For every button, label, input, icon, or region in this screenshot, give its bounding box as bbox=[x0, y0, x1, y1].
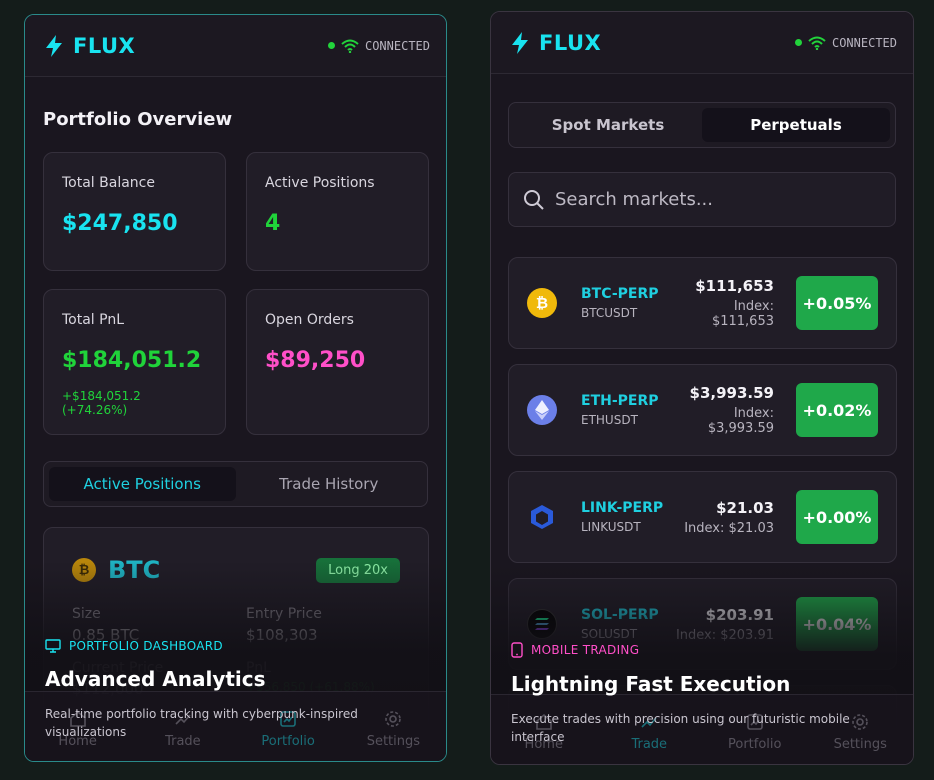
market-index-price: Index: $111,653 bbox=[711, 299, 774, 329]
bitcoin-icon: ₿ bbox=[72, 558, 96, 582]
stat-label: Total Balance bbox=[62, 175, 155, 191]
connection-status: CONNECTED bbox=[794, 35, 897, 50]
search-bar bbox=[508, 172, 896, 227]
caption-title: Lightning Fast Execution bbox=[511, 672, 791, 696]
brand-logo[interactable]: FLUX bbox=[509, 31, 601, 55]
tab-trade-history[interactable]: Trade History bbox=[236, 467, 423, 501]
brand-name: FLUX bbox=[539, 30, 602, 55]
position-header: ₿ BTC Long 20x bbox=[72, 556, 400, 584]
lightning-icon bbox=[512, 31, 528, 54]
stat-label: Total PnL bbox=[62, 312, 125, 328]
total-pnl-card[interactable]: Total PnL $184,051.2 +$184,051.2 (+74.26… bbox=[43, 289, 226, 435]
status-text: CONNECTED bbox=[831, 35, 897, 50]
caption-tag-text: MOBILE TRADING bbox=[531, 643, 640, 657]
wifi-icon bbox=[808, 36, 826, 50]
market-pair: BTCUSDT bbox=[581, 306, 638, 320]
position-symbol-text: BTC bbox=[108, 556, 161, 584]
active-positions-card[interactable]: Active Positions 4 bbox=[246, 152, 429, 271]
caption-tag-text: PORTFOLIO DASHBOARD bbox=[69, 639, 223, 653]
market-index-price: Index: $203.91 bbox=[675, 627, 774, 643]
trading-phone-mockup: FLUX CONNECTED Spot Markets Perpetuals ₿… bbox=[490, 11, 914, 765]
stats-grid: Total Balance $247,850 Active Positions … bbox=[43, 152, 446, 435]
app-header: FLUX CONNECTED bbox=[25, 15, 446, 77]
market-index-price: Index: $21.03 bbox=[684, 520, 774, 536]
stat-value: $184,051.2 bbox=[62, 348, 202, 373]
market-row[interactable]: LINK-PERP LINKUSDT $21.03 Index: $21.03 … bbox=[508, 471, 897, 563]
position-symbol: ₿ BTC bbox=[72, 556, 160, 584]
market-pair: ETHUSDT bbox=[581, 413, 638, 427]
market-symbol: SOL-PERP bbox=[581, 607, 659, 623]
feature-caption: PORTFOLIO DASHBOARD Advanced Analytics R… bbox=[45, 639, 405, 741]
stat-label: Open Orders bbox=[265, 312, 354, 328]
search-icon bbox=[524, 189, 544, 210]
market-name: LINK-PERP LINKUSDT bbox=[581, 500, 671, 534]
tab-active-positions[interactable]: Active Positions bbox=[49, 467, 236, 501]
market-type-tabs: Spot Markets Perpetuals bbox=[508, 102, 896, 148]
market-name: BTC-PERP BTCUSDT bbox=[581, 286, 671, 320]
bitcoin-icon: ₿ bbox=[527, 288, 557, 318]
caption-title: Advanced Analytics bbox=[45, 667, 266, 691]
tab-perpetuals[interactable]: Perpetuals bbox=[702, 108, 890, 142]
portfolio-phone-mockup: FLUX CONNECTED Portfolio Overview Total … bbox=[24, 14, 447, 762]
feature-caption: MOBILE TRADING Lightning Fast Execution … bbox=[511, 642, 871, 746]
app-header: FLUX CONNECTED bbox=[491, 12, 913, 74]
solana-icon bbox=[527, 609, 557, 639]
lightning-icon bbox=[46, 34, 62, 57]
market-price: $203.91 bbox=[705, 605, 774, 624]
wifi-icon bbox=[341, 39, 359, 53]
caption-tag: MOBILE TRADING bbox=[511, 642, 871, 658]
brand-logo[interactable]: FLUX bbox=[43, 34, 135, 58]
market-index-price: Index: $3,993.59 bbox=[707, 406, 774, 436]
stat-value: 4 bbox=[265, 211, 281, 236]
caption-description: Real-time portfolio tracking with cyberp… bbox=[45, 707, 358, 739]
market-price: $111,653 bbox=[695, 277, 774, 295]
market-row[interactable]: ETH-PERP ETHUSDT $3,993.59 Index: $3,993… bbox=[508, 364, 897, 456]
status-text: CONNECTED bbox=[364, 38, 430, 53]
leverage-badge: Long 20x bbox=[316, 557, 400, 583]
entry-price-label: Entry Price bbox=[246, 606, 322, 622]
status-dot bbox=[794, 39, 802, 46]
market-name: SOL-PERP SOLUSDT bbox=[581, 607, 671, 641]
market-symbol: ETH-PERP bbox=[581, 393, 659, 409]
size-label: Size bbox=[72, 606, 101, 622]
market-price-block: $203.91 Index: $203.91 bbox=[671, 606, 796, 643]
connection-status: CONNECTED bbox=[327, 38, 430, 53]
chainlink-icon bbox=[527, 502, 557, 532]
stat-value: $247,850 bbox=[62, 211, 178, 236]
monitor-icon bbox=[45, 639, 61, 653]
page-title: Portfolio Overview bbox=[43, 109, 233, 130]
market-symbol: LINK-PERP bbox=[581, 500, 664, 516]
stat-value: $89,250 bbox=[265, 348, 366, 373]
brand-name: FLUX bbox=[73, 33, 136, 58]
market-price: $21.03 bbox=[716, 498, 774, 517]
status-dot bbox=[327, 42, 335, 49]
tab-spot-markets[interactable]: Spot Markets bbox=[514, 108, 702, 142]
market-name: ETH-PERP ETHUSDT bbox=[581, 393, 671, 427]
search-input[interactable] bbox=[555, 189, 875, 210]
pnl-change: +$184,051.2 (+74.26%) bbox=[62, 389, 141, 417]
change-chip[interactable]: +0.00% bbox=[796, 490, 878, 544]
market-pair: LINKUSDT bbox=[581, 520, 641, 534]
total-balance-card[interactable]: Total Balance $247,850 bbox=[43, 152, 226, 271]
change-chip[interactable]: +0.05% bbox=[796, 276, 878, 330]
market-price-block: $111,653 Index: $111,653 bbox=[671, 277, 796, 329]
ethereum-icon bbox=[527, 395, 557, 425]
market-price-block: $21.03 Index: $21.03 bbox=[671, 499, 796, 536]
market-price: $3,993.59 bbox=[689, 384, 774, 402]
market-row[interactable]: ₿ BTC-PERP BTCUSDT $111,653 Index: $111,… bbox=[508, 257, 897, 349]
market-pair: SOLUSDT bbox=[581, 627, 638, 641]
phone-icon bbox=[511, 642, 523, 658]
market-symbol: BTC-PERP bbox=[581, 286, 659, 302]
positions-tabs: Active Positions Trade History bbox=[43, 461, 428, 507]
change-chip[interactable]: +0.02% bbox=[796, 383, 878, 437]
stat-label: Active Positions bbox=[265, 175, 375, 191]
market-price-block: $3,993.59 Index: $3,993.59 bbox=[671, 384, 796, 436]
open-orders-card[interactable]: Open Orders $89,250 bbox=[246, 289, 429, 435]
caption-tag: PORTFOLIO DASHBOARD bbox=[45, 639, 405, 653]
caption-description: Execute trades with precision using our … bbox=[511, 712, 850, 744]
